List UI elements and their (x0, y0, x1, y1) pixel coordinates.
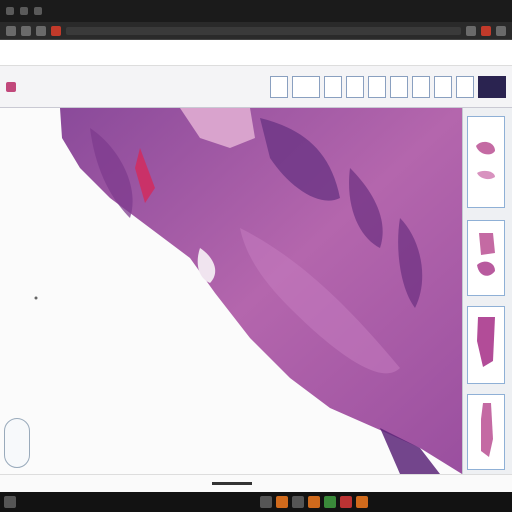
window-titlebar (0, 0, 512, 22)
back-icon[interactable] (6, 25, 16, 36)
thumbnail-item[interactable] (467, 394, 505, 470)
window-control-icon[interactable] (6, 7, 14, 15)
reload-icon[interactable] (36, 25, 46, 36)
scale-bar (212, 482, 252, 485)
extension-icon[interactable] (481, 25, 491, 36)
tool-button[interactable] (434, 75, 452, 98)
thumbnail-label (468, 221, 504, 223)
tool-button[interactable] (412, 75, 430, 98)
tool-button[interactable] (478, 75, 506, 98)
thumbnail-item[interactable] (467, 220, 505, 296)
tool-button[interactable] (456, 75, 474, 98)
thumbnail-item[interactable] (467, 116, 505, 208)
thumbnail-image (477, 233, 495, 276)
taskbar-app-icon[interactable] (260, 496, 272, 508)
tool-button[interactable] (346, 75, 364, 98)
thumbnail-panel (462, 108, 512, 474)
tool-button[interactable] (390, 75, 408, 98)
tool-button[interactable] (270, 75, 288, 98)
start-icon[interactable] (4, 496, 16, 508)
viewer-toolbar (0, 66, 512, 108)
browser-toolbar (0, 22, 512, 40)
thumbnail-label (468, 395, 504, 397)
page-header-spacer (0, 40, 512, 66)
taskbar (0, 492, 512, 512)
tissue-image (34, 108, 462, 474)
window-control-icon[interactable] (20, 7, 28, 15)
zoom-indicator[interactable] (4, 418, 30, 468)
window-control-icon[interactable] (34, 7, 42, 15)
menu-icon[interactable] (496, 25, 506, 36)
taskbar-app-icon[interactable] (292, 496, 304, 508)
thumbnail-item[interactable] (467, 306, 505, 384)
thumbnail-image (476, 141, 495, 180)
thumbnail-image (481, 403, 493, 457)
bookmark-icon[interactable] (51, 25, 61, 36)
taskbar-app-icon[interactable] (340, 496, 352, 508)
thumbnail-label (468, 307, 504, 309)
status-bar (0, 474, 512, 492)
taskbar-app-icon[interactable] (324, 496, 336, 508)
debris-dot (34, 296, 38, 300)
tool-button[interactable] (368, 75, 386, 98)
slide-viewport[interactable] (0, 108, 462, 474)
tool-button[interactable] (292, 75, 320, 98)
tool-button[interactable] (324, 75, 342, 98)
tool-group (270, 75, 506, 98)
app-logo-icon (6, 81, 16, 92)
address-bar[interactable] (66, 26, 461, 35)
taskbar-app-icon[interactable] (308, 496, 320, 508)
taskbar-app-icon[interactable] (276, 496, 288, 508)
thumbnail-image (477, 317, 495, 367)
taskbar-app-icon[interactable] (356, 496, 368, 508)
thumbnail-label (468, 117, 504, 119)
extension-icon[interactable] (466, 25, 476, 36)
forward-icon[interactable] (21, 25, 31, 36)
